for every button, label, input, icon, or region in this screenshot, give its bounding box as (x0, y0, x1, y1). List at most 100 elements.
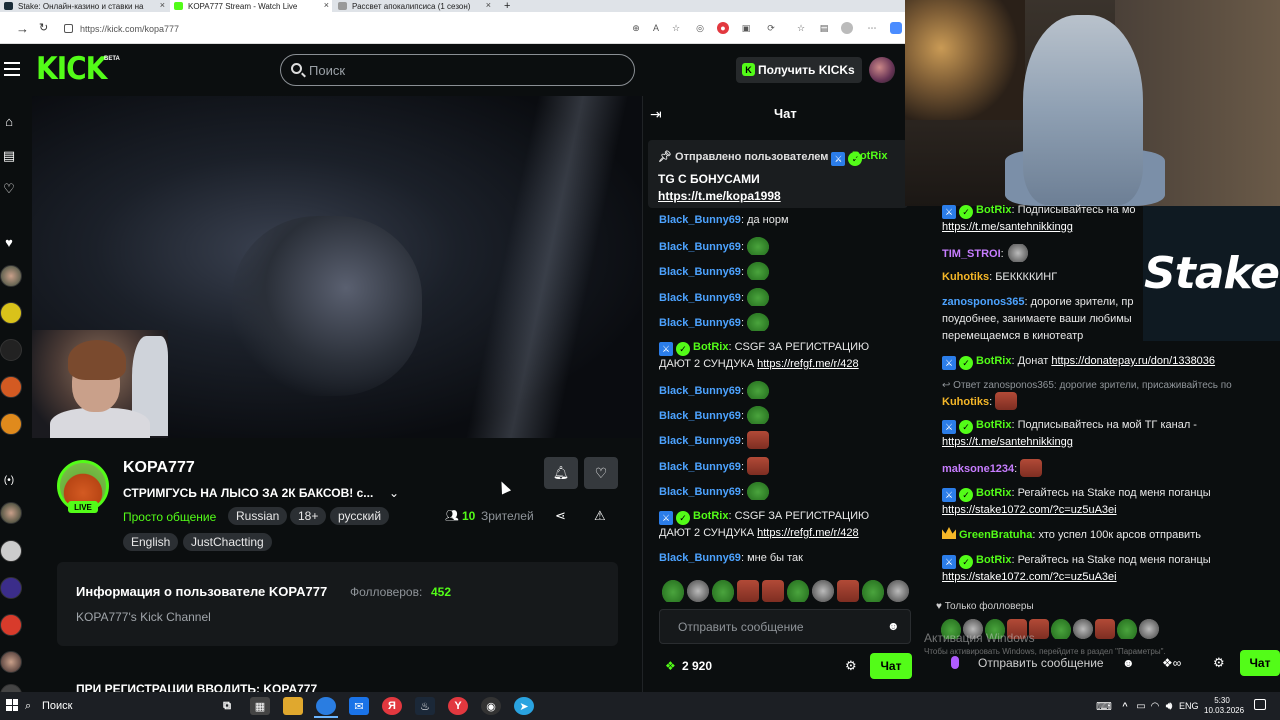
chat-username[interactable]: Black_Bunny69 (659, 435, 741, 447)
yandex-browser-icon[interactable]: Я (382, 697, 402, 715)
chat-username[interactable]: BotRix (976, 554, 1011, 566)
chat-username[interactable]: Black_Bunny69 (659, 410, 741, 422)
browser-tab-kick[interactable]: KOPA777 Stream - Watch Live × (170, 0, 332, 12)
chat-settings-gear-icon[interactable]: ⚙ (845, 658, 857, 674)
chat-link[interactable]: https://t.me/santehnikkingg (942, 221, 1073, 233)
mail-icon[interactable]: ✉ (349, 697, 369, 715)
sidebar-channel-avatar[interactable] (0, 339, 22, 361)
back-icon[interactable]: → (16, 21, 29, 36)
chat-username[interactable]: BotRix (693, 341, 728, 353)
extension-icon[interactable]: ◎ (694, 22, 706, 34)
emote-button-icon[interactable] (1073, 619, 1093, 639)
emote-button-icon[interactable] (687, 580, 709, 602)
chat-username[interactable]: Black_Bunny69 (659, 241, 741, 253)
sidebar-channel-avatar[interactable] (0, 376, 22, 398)
obs-icon[interactable]: ◉ (481, 697, 501, 715)
sidebar-channel-avatar[interactable] (0, 413, 22, 435)
yandex-icon[interactable]: Y (448, 697, 468, 715)
following-heart-icon[interactable]: ♡ (1, 181, 17, 197)
telegram-icon[interactable]: ➤ (514, 697, 534, 715)
emote-button-icon[interactable] (762, 580, 784, 602)
copilot-icon[interactable] (890, 22, 902, 34)
chat-username[interactable]: Black_Bunny69 (659, 292, 741, 304)
chat-username[interactable]: Kuhotiks (942, 396, 989, 408)
chat-link[interactable]: https://refgf.me/r/428 (757, 527, 859, 539)
search-icon[interactable]: ⌕ (25, 700, 31, 713)
emoji-picker-icon[interactable]: ☻ (887, 619, 900, 633)
clock[interactable]: 5:30 10.03.2026 (1204, 696, 1244, 716)
report-warning-icon[interactable]: ⚠ (594, 508, 606, 524)
sidebar-channel-avatar[interactable] (0, 577, 22, 599)
profile-icon[interactable] (841, 22, 853, 34)
sidebar-channel-avatar[interactable] (0, 540, 22, 562)
extension-red-icon[interactable]: ● (717, 22, 729, 34)
chat-link[interactable]: https://t.me/santehnikkingg (942, 436, 1073, 448)
pinned-user[interactable]: BotRix (852, 150, 887, 162)
store-icon[interactable]: ▦ (250, 697, 270, 715)
emote-button-icon[interactable] (737, 580, 759, 602)
close-tab-icon[interactable]: × (486, 0, 491, 10)
extension-box-icon[interactable]: ▣ (740, 22, 752, 34)
sidebar-channel-avatar[interactable] (0, 651, 22, 673)
user-avatar[interactable] (869, 57, 895, 83)
share-icon[interactable]: ⋖ (555, 508, 566, 524)
sidebar-channel-avatar[interactable] (0, 614, 22, 636)
sidebar-channel-avatar[interactable] (0, 265, 22, 287)
network-icon[interactable]: ▭ (1134, 697, 1148, 715)
chat-username[interactable]: BotRix (976, 487, 1011, 499)
emote-button-icon[interactable] (1117, 619, 1137, 639)
reload-icon[interactable]: ↻ (39, 21, 48, 34)
channel-points[interactable]: 2 920 (682, 659, 712, 673)
home-icon[interactable]: ⌂ (1, 113, 17, 129)
chat-username[interactable]: Black_Bunny69 (659, 461, 741, 473)
sidebar-channel-avatar[interactable] (0, 502, 22, 524)
close-tab-icon[interactable]: × (324, 0, 329, 10)
follow-button[interactable]: ♡ (584, 457, 618, 489)
tag-chip[interactable]: Russian (228, 507, 288, 525)
wifi-icon[interactable]: ◠ (1148, 697, 1162, 715)
chat-settings-gear-icon[interactable]: ⚙ (1213, 655, 1225, 671)
edge-browser-icon[interactable] (316, 697, 336, 715)
chat-username[interactable]: GreenBratuha (959, 529, 1032, 541)
chat-username[interactable]: BotRix (693, 510, 728, 522)
more-menu-icon[interactable]: ⋯ (866, 22, 878, 34)
refresh-extension-icon[interactable]: ⟳ (765, 22, 777, 34)
zoom-icon[interactable]: ⊕ (630, 22, 642, 34)
chat-username[interactable]: Black_Bunny69 (659, 266, 741, 278)
chat-username[interactable]: Black_Bunny69 (659, 317, 741, 329)
browser-tab-stake[interactable]: Stake: Онлайн-казино и ставки на × (0, 0, 168, 12)
chat-message-input[interactable]: Отправить сообщение (659, 609, 911, 644)
pinned-link[interactable]: https://t.me/kopa1998 (658, 189, 781, 203)
browser-tab-series[interactable]: Рассвет апокалипсиса (1 сезон) × (334, 0, 494, 12)
chat-username[interactable]: BotRix (976, 204, 1011, 216)
chat-username[interactable]: BotRix (976, 355, 1011, 367)
emote-button-icon[interactable] (862, 580, 884, 602)
emote-button-icon[interactable] (812, 580, 834, 602)
search-input[interactable]: Поиск (280, 54, 635, 86)
new-tab-button[interactable]: + (498, 0, 518, 12)
sidebar-channel-avatar[interactable] (0, 302, 22, 324)
read-aloud-icon[interactable]: A (650, 22, 662, 34)
explorer-folder-icon[interactable] (283, 697, 303, 715)
chat-link[interactable]: https://refgf.me/r/428 (757, 358, 859, 370)
collections-icon[interactable]: ▤ (818, 22, 830, 34)
emoji-picker-icon[interactable]: ☻ (1122, 656, 1135, 670)
tag-chip[interactable]: JustChactting (183, 533, 272, 551)
notification-center-icon[interactable] (1254, 699, 1266, 710)
chat-username[interactable]: Black_Bunny69 (659, 385, 741, 397)
chat-username[interactable]: Kuhotiks (942, 271, 989, 283)
notification-bell-button[interactable]: 🔔︎ (544, 457, 578, 489)
overlay-chat-input[interactable]: Отправить сообщение (944, 652, 1144, 674)
volume-icon[interactable]: 🔊︎ (1162, 697, 1176, 715)
keyboard-icon[interactable]: ⌨ (1095, 697, 1113, 715)
taskbar-search-label[interactable]: Поиск (42, 700, 72, 712)
emote-button-icon[interactable] (662, 580, 684, 602)
url-field[interactable]: https://kick.com/kopa777 (58, 18, 628, 40)
chevron-down-icon[interactable]: ⌄ (389, 486, 399, 500)
emote-button-icon[interactable] (787, 580, 809, 602)
favorite-star-icon[interactable]: ☆ (670, 22, 682, 34)
emote-button-icon[interactable] (1095, 619, 1115, 639)
chat-send-button[interactable]: Чат (870, 653, 912, 679)
chat-username[interactable]: Black_Bunny69 (659, 552, 741, 564)
close-tab-icon[interactable]: × (160, 0, 165, 10)
